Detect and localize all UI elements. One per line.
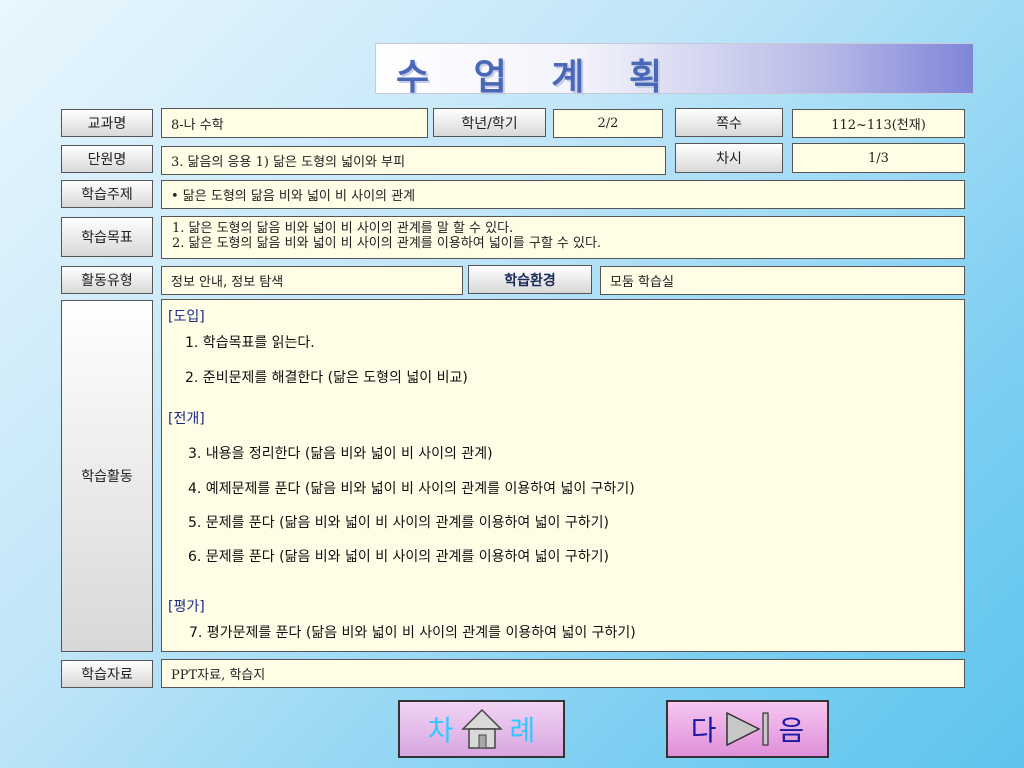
objectives-label: 학습목표	[61, 217, 153, 257]
activity-item-6: 6. 문제를 푼다 (닮음 비와 넓이 비 사이의 관계를 이용하여 넓이 구하…	[188, 549, 609, 565]
activity-type-label: 활동유형	[61, 266, 153, 294]
objective-2: 2. 닮은 도형의 닮음 비와 넓이 비 사이의 관계를 이용하여 넓이를 구할…	[172, 236, 602, 251]
period-label: 차시	[675, 143, 783, 173]
period-value: 1/3	[792, 143, 965, 173]
toc-left-label: 차	[427, 714, 454, 747]
topic-label: 학습주제	[61, 180, 153, 208]
unit-label: 단원명	[61, 145, 153, 173]
development-heading: [전개]	[168, 411, 205, 427]
grade-value: 2/2	[553, 109, 663, 138]
grade-label: 학년/학기	[433, 108, 546, 137]
toc-button[interactable]: 차 례	[398, 700, 565, 758]
next-arrow-icon	[723, 709, 773, 749]
activity-item-5: 5. 문제를 푼다 (닮음 비와 넓이 비 사이의 관계를 이용하여 넓이 구하…	[188, 515, 609, 531]
topic-value: • 닮은 도형의 닮음 비와 넓이 비 사이의 관계	[161, 180, 965, 209]
home-icon	[460, 707, 504, 751]
page-title: 수 업 계 획	[396, 57, 679, 98]
environment-value: 모둠 학습실	[600, 266, 965, 295]
intro-heading: [도입]	[168, 309, 205, 325]
unit-value: 3. 닮음의 응용 1) 닮은 도형의 넓이와 부피	[161, 146, 666, 175]
toc-right-label: 례	[509, 714, 536, 747]
next-button[interactable]: 다 음	[666, 700, 829, 758]
environment-label: 학습환경	[468, 265, 592, 294]
activity-item-3: 3. 내용을 정리한다 (닮음 비와 넓이 비 사이의 관계)	[188, 446, 493, 462]
objective-1: 1. 닮은 도형의 닮음 비와 넓이 비 사이의 관계를 말 할 수 있다.	[172, 221, 514, 236]
activities-box: [도입] 1. 학습목표를 읽는다. 2. 준비문제를 해결한다 (닮은 도형의…	[161, 299, 965, 652]
objectives-box: 1. 닮은 도형의 닮음 비와 넓이 비 사이의 관계를 말 할 수 있다. 2…	[161, 216, 965, 259]
materials-label: 학습자료	[61, 660, 153, 688]
pages-label: 쪽수	[675, 108, 783, 137]
next-left-label: 다	[690, 714, 717, 747]
next-right-label: 음	[778, 714, 805, 747]
title-banner: 수 업 계 획	[375, 43, 974, 98]
activity-item-1: 1. 학습목표를 읽는다.	[185, 335, 315, 351]
activity-item-2: 2. 준비문제를 해결한다 (닮은 도형의 넓이 비교)	[185, 370, 468, 386]
pages-value: 112~113(천재)	[792, 109, 965, 138]
subject-label: 교과명	[61, 109, 153, 137]
evaluation-heading: [평가]	[168, 599, 205, 615]
activity-type-value: 정보 안내, 정보 탐색	[161, 266, 463, 295]
materials-value: PPT자료, 학습지	[161, 659, 965, 688]
activity-item-7: 7. 평가문제를 푼다 (닮음 비와 넓이 비 사이의 관계를 이용하여 넓이 …	[189, 625, 636, 641]
activity-item-4: 4. 예제문제를 푼다 (닮음 비와 넓이 비 사이의 관계를 이용하여 넓이 …	[188, 481, 635, 497]
subject-value: 8-나 수학	[161, 108, 428, 138]
activities-label: 학습활동	[61, 300, 153, 652]
